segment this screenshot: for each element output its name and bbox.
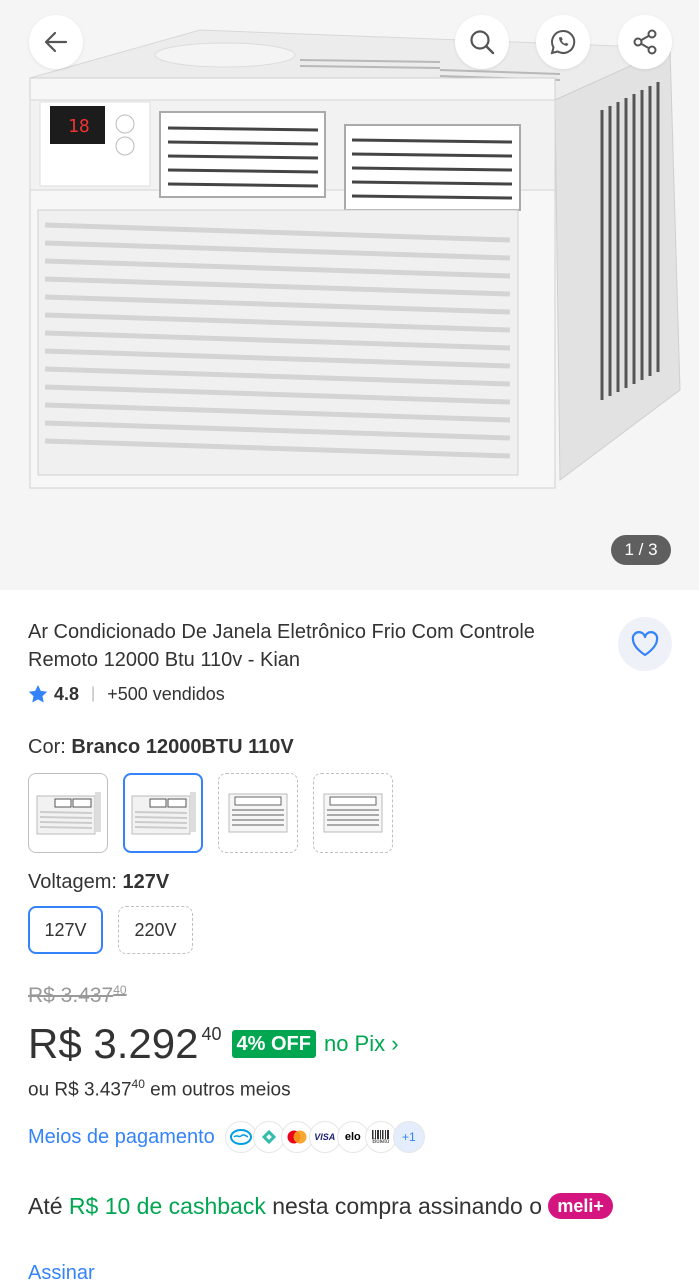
- ac-front-thumbnail-icon: [228, 793, 288, 833]
- arrow-left-icon: [44, 31, 68, 53]
- current-price: R$ 3.292 40 4% OFF no Pix ›: [28, 1018, 399, 1070]
- voltage-value: 127V: [122, 871, 170, 893]
- share-button[interactable]: [618, 15, 672, 69]
- ac-thumbnail-icon: [131, 792, 196, 835]
- search-button[interactable]: [455, 15, 509, 69]
- color-option[interactable]: [28, 773, 108, 853]
- price-cents: 40: [201, 1024, 222, 1044]
- color-option[interactable]: [313, 773, 393, 853]
- product-image-gallery[interactable]: 18 1 / 3: [0, 0, 699, 590]
- sold-count: +500 vendidos: [107, 683, 225, 704]
- favorite-button[interactable]: [618, 617, 672, 671]
- share-icon: [633, 29, 657, 55]
- elo-icon: elo: [336, 1121, 369, 1153]
- product-title: Ar Condicionado De Janela Eletrônico Fri…: [28, 621, 535, 671]
- payment-methods-row[interactable]: Meios de pagamento VISA elo Boleto +1: [28, 1121, 425, 1153]
- ac-front-thumbnail-icon: [323, 793, 383, 833]
- svg-text:18: 18: [68, 116, 90, 137]
- whatsapp-icon: [550, 29, 576, 55]
- more-payment-methods[interactable]: +1: [392, 1121, 425, 1153]
- voltage-option[interactable]: 220V: [118, 906, 193, 954]
- whatsapp-share-button[interactable]: [536, 15, 590, 69]
- mastercard-icon: [280, 1121, 313, 1153]
- subscribe-link[interactable]: Assinar: [28, 1262, 95, 1285]
- cashback-amount: R$ 10 de cashback: [68, 1193, 266, 1219]
- voltage-label-row: Voltagem: 127V: [28, 871, 169, 894]
- meli-plus-badge: meli+: [548, 1193, 613, 1219]
- rating-value: 4.8: [54, 683, 80, 704]
- alternative-price: ou R$ 3.43740 em outros meios: [28, 1077, 291, 1101]
- ac-thumbnail-icon: [36, 792, 101, 835]
- back-button[interactable]: [29, 15, 83, 69]
- cashback-message: Até R$ 10 de cashback nesta compra assin…: [28, 1186, 668, 1226]
- visa-icon: VISA: [308, 1121, 341, 1153]
- product-image: 18: [29, 29, 681, 489]
- discount-badge: 4% OFF: [231, 1030, 316, 1058]
- original-price: R$ 3.43740: [28, 983, 127, 1007]
- pix-icon: [252, 1121, 285, 1153]
- pix-link[interactable]: no Pix ›: [324, 1031, 399, 1057]
- mercado-pago-icon: [224, 1121, 257, 1153]
- payment-methods-link[interactable]: Meios de pagamento: [28, 1126, 215, 1149]
- color-value: Branco 12000BTU 110V: [71, 736, 294, 758]
- rating-row[interactable]: 4.8 | +500 vendidos: [28, 680, 225, 708]
- image-pager: 1 / 3: [611, 535, 671, 565]
- color-label-row: Cor: Branco 12000BTU 110V: [28, 736, 294, 759]
- star-icon: [28, 685, 48, 703]
- color-option[interactable]: [218, 773, 298, 853]
- boleto-icon: Boleto: [364, 1121, 397, 1153]
- search-icon: [470, 30, 495, 55]
- color-label: Cor:: [28, 736, 66, 758]
- divider: |: [91, 685, 96, 702]
- heart-icon: [631, 631, 659, 657]
- voltage-option-selected[interactable]: 127V: [28, 906, 103, 954]
- color-option-selected[interactable]: [123, 773, 203, 853]
- price-main: R$ 3.292: [28, 1020, 199, 1067]
- voltage-label: Voltagem:: [28, 871, 117, 893]
